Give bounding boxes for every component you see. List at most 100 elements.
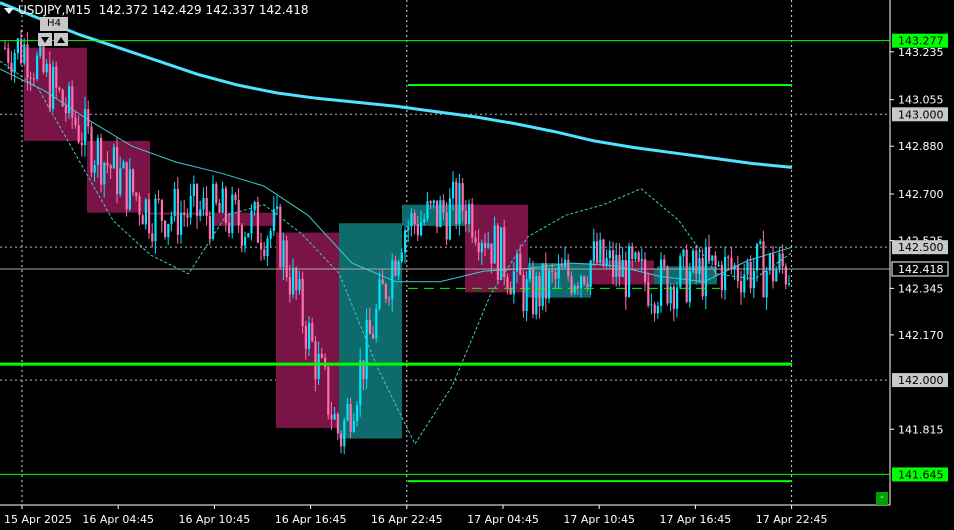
candle-body [282, 240, 285, 268]
candle-body [330, 414, 333, 420]
candle-body [148, 199, 151, 234]
candle-body [55, 66, 58, 88]
candle-body [308, 322, 311, 349]
candle-body [538, 276, 541, 307]
x-tick-label: 17 Apr 16:45 [660, 513, 732, 526]
candle-body [218, 202, 221, 213]
candle-body [359, 360, 362, 406]
timeframe-up-button[interactable] [54, 33, 68, 46]
candle-body [314, 341, 317, 380]
candle-body [336, 414, 339, 434]
candle-body [132, 169, 135, 193]
x-tick-label: 16 Apr 16:45 [275, 513, 347, 526]
candle-body [180, 212, 183, 235]
candle-body [775, 269, 778, 282]
candle-body [4, 47, 7, 49]
candle-body [80, 142, 83, 146]
candle-body [381, 279, 384, 285]
x-tick-label: 17 Apr 22:45 [756, 513, 828, 526]
candle-body [212, 183, 215, 239]
x-tick-label: 15 Apr 2025 [4, 513, 72, 526]
y-tick-label: 141.815 [898, 423, 944, 436]
candle-body [653, 304, 656, 314]
candle-body [746, 261, 749, 275]
price-label: 141.645 [898, 468, 944, 481]
candle-body [365, 319, 368, 380]
candle-body [71, 86, 74, 118]
candle-body [528, 269, 531, 280]
candle-body [426, 201, 429, 219]
candle-body [599, 239, 602, 263]
candle-body [29, 77, 32, 79]
candle-body [138, 196, 141, 216]
candle-body [237, 200, 240, 226]
y-tick-label: 142.345 [898, 282, 944, 295]
minimize-button[interactable]: - [876, 492, 888, 505]
candle-body [224, 188, 227, 223]
candle-body [247, 233, 250, 238]
candle-body [260, 242, 263, 250]
candle-body [644, 259, 647, 283]
candle-body [663, 259, 666, 267]
candle-body [151, 233, 154, 242]
x-tick-label: 16 Apr 10:45 [179, 513, 251, 526]
candle-body [64, 106, 67, 114]
candle-body [711, 255, 714, 261]
candle-body [500, 227, 503, 280]
candle-body [298, 278, 301, 291]
y-tick-label: 142.170 [898, 329, 944, 342]
candle-body [634, 252, 637, 260]
candle-body [173, 188, 176, 217]
candle-body [688, 271, 691, 302]
candle-body [647, 282, 650, 306]
candle-body [292, 267, 295, 295]
candle-body [333, 414, 336, 420]
x-tick-label: 16 Apr 22:45 [371, 513, 443, 526]
candle-body [221, 188, 224, 213]
candle-body [240, 225, 243, 246]
candle-body [701, 258, 704, 297]
candle-body [413, 213, 416, 225]
candle-body [352, 420, 355, 433]
candle-body [208, 215, 211, 239]
candle-body [772, 254, 775, 282]
candle-body [573, 285, 576, 294]
candle-body [484, 242, 487, 248]
price-chart[interactable]: 143.235143.055142.880142.700142.525142.3… [0, 0, 954, 530]
candle-body [442, 200, 445, 213]
candle-body [400, 252, 403, 262]
candle-body [205, 197, 208, 216]
candle-body [394, 260, 397, 276]
y-tick-label: 142.700 [898, 188, 944, 201]
y-tick-label: 142.880 [898, 140, 944, 153]
candle-body [455, 181, 458, 224]
candle-body [445, 212, 448, 240]
timeframe-down-button[interactable] [38, 33, 52, 46]
candle-body [404, 230, 407, 253]
candle-body [279, 206, 282, 268]
candle-body [535, 276, 538, 315]
candle-body [788, 283, 791, 285]
menu-triangle-icon[interactable] [4, 7, 14, 14]
candle-body [340, 433, 343, 447]
candle-body [692, 250, 695, 272]
candle-body [548, 270, 551, 299]
x-tick-label: 17 Apr 04:45 [467, 513, 539, 526]
candle-body [119, 168, 122, 195]
candle-body [695, 250, 698, 274]
candle-body [679, 256, 682, 288]
symbol-label: USDJPY,M15 [18, 3, 91, 17]
candle-body [74, 117, 77, 126]
candle-body [570, 276, 573, 294]
candle-body [304, 325, 307, 349]
candle-body [375, 308, 378, 339]
candle-body [183, 212, 186, 216]
y-tick-label: 143.055 [898, 94, 944, 107]
arrow-down-icon [41, 37, 49, 43]
candle-body [708, 246, 711, 261]
candle-body [346, 404, 349, 421]
candle-body [320, 353, 323, 358]
candle-body [698, 258, 701, 274]
candle-body [628, 246, 631, 297]
candle-body [672, 286, 675, 309]
